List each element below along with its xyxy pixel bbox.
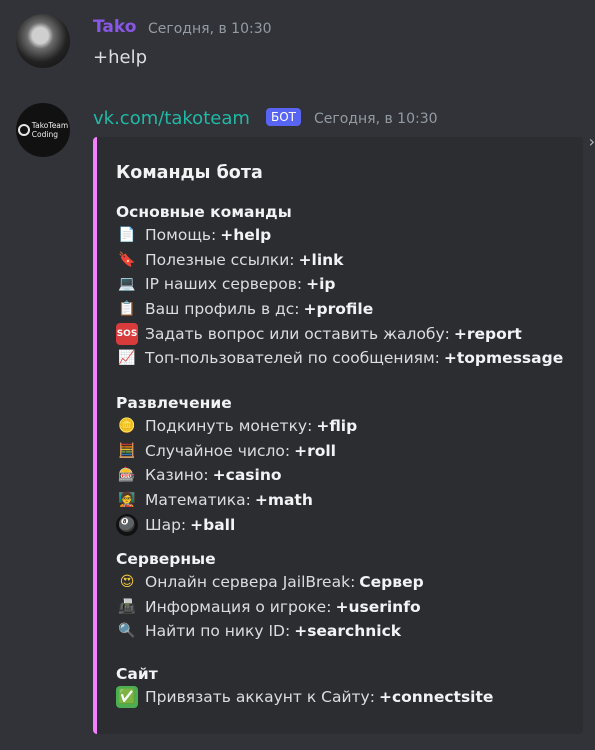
- embed-section: Развлечение 🪙 Подкинуть монетку: +flip 🧮 Случ…: [116, 392, 357, 537]
- command-name: +ball: [190, 515, 236, 534]
- command-description: Казино:: [145, 466, 209, 485]
- command-description: Задать вопрос или оставить жалобу:: [145, 324, 450, 343]
- command-line: ✅ Привязать аккаунт к Сайту: +connectsite: [116, 685, 493, 710]
- message-content: +help: [93, 47, 147, 68]
- command-name: +help: [220, 226, 272, 244]
- command-description: IP наших серверов:: [145, 275, 303, 294]
- section-title: Серверные: [116, 550, 216, 568]
- command-description: Случайное число:: [145, 441, 291, 460]
- laptop-icon: 💻: [118, 276, 136, 293]
- bookmark-icon: 🔖: [118, 251, 136, 268]
- chart-up-icon: 📈: [118, 350, 136, 367]
- command-name: +topmessage: [443, 349, 564, 368]
- embed-section: Основные команды 📄 Помощь: +help 🔖 Полезные с…: [116, 201, 563, 371]
- command-description: Информация о игроке:: [145, 597, 332, 616]
- author-name[interactable]: Tako: [93, 17, 136, 37]
- command-description: Привязать аккаунт к Сайту:: [145, 688, 375, 706]
- command-line: 😍 Онлайн сервера JailBreak: Сервер: [116, 570, 424, 595]
- command-line: 🎰 Казино: +casino: [116, 463, 357, 488]
- 8-ball-icon: 🎱: [116, 514, 138, 537]
- command-line: 🔖 Полезные ссылки: +link: [116, 248, 563, 273]
- command-description: Топ-пользователей по сообщениям:: [145, 349, 440, 368]
- command-description: Подкинуть монетку:: [145, 417, 313, 435]
- command-description: Помощь:: [145, 226, 217, 244]
- command-line: 📋 Ваш профиль в дс: +profile: [116, 297, 563, 322]
- command-name: Сервер: [359, 573, 424, 591]
- section-title: Основные команды: [116, 203, 292, 221]
- coin-icon: 🪙: [118, 418, 136, 434]
- magnifier-icon: 🔍: [118, 623, 136, 640]
- command-line: SOS Задать вопрос или оставить жалобу: +re…: [116, 322, 563, 347]
- slot-machine-icon: 🎰: [118, 467, 136, 484]
- timestamp: Сегодня, в 10:30: [148, 21, 272, 37]
- command-line: 🪙 Подкинуть монетку: +flip: [116, 414, 357, 439]
- command-name: +roll: [294, 441, 336, 460]
- embed-section: Серверные 😍 Онлайн сервера JailBreak: Серве…: [116, 548, 424, 644]
- command-name: +connectsite: [378, 688, 494, 706]
- embed-title: Команды бота: [116, 163, 263, 183]
- command-line: 💻 IP наших серверов: +ip: [116, 272, 563, 297]
- command-description: Найти по нику ID:: [145, 622, 291, 641]
- sos-icon: SOS: [116, 323, 138, 346]
- command-name: +link: [298, 250, 344, 269]
- abacus-icon: 🧮: [118, 442, 136, 459]
- command-name: +casino: [212, 466, 282, 485]
- command-line: 📠 Информация о игроке: +userinfo: [116, 595, 424, 620]
- command-description: Онлайн сервера JailBreak:: [145, 573, 356, 591]
- teacher-icon: 🧑‍🏫: [118, 492, 136, 509]
- command-name: +ip: [306, 275, 336, 294]
- bot-avatar[interactable]: TakoTeam Coding: [16, 103, 70, 157]
- logo-text-bottom: Coding: [31, 130, 58, 139]
- command-name: +searchnick: [294, 622, 402, 641]
- command-line: 🎱 Шар: +ball: [116, 513, 357, 538]
- command-line: 🧮 Случайное число: +roll: [116, 439, 357, 464]
- section-title: Сайт: [116, 665, 158, 683]
- check-mark-icon: ✅: [116, 686, 138, 709]
- clipboard-icon: 📋: [118, 301, 136, 318]
- command-name: +flip: [316, 417, 358, 435]
- command-line: 🔍 Найти по нику ID: +searchnick: [116, 619, 424, 644]
- command-description: Ваш профиль в дс:: [145, 300, 300, 319]
- bot-author-name[interactable]: vk.com/takoteam: [93, 108, 250, 129]
- command-description: Шар:: [145, 515, 187, 534]
- gear-icon: [17, 124, 30, 136]
- timestamp: Сегодня, в 10:30: [314, 111, 438, 127]
- embed-section: Сайт ✅ Привязать аккаунт к Сайту: +connects…: [116, 663, 493, 710]
- command-description: Полезные ссылки:: [145, 250, 295, 269]
- logo-text-top: TakoTeam: [31, 121, 69, 130]
- command-line: 📄 Помощь: +help: [116, 223, 563, 248]
- command-name: +userinfo: [335, 597, 421, 616]
- command-name: +profile: [303, 300, 374, 319]
- command-description: Математика:: [145, 491, 251, 510]
- command-name: +report: [453, 324, 522, 343]
- fax-icon: 📠: [118, 598, 136, 615]
- embed: Команды бота Основные команды 📄 Помощь: +he…: [93, 137, 583, 734]
- section-title: Развлечение: [116, 394, 232, 412]
- command-line: 📈 Топ-пользователей по сообщениям: +topmes…: [116, 346, 563, 371]
- document-icon: 📄: [118, 227, 136, 243]
- command-name: +math: [254, 491, 313, 510]
- avatar[interactable]: [16, 14, 70, 68]
- takoteam-logo: TakoTeam Coding: [17, 121, 69, 139]
- command-line: 🧑‍🏫 Математика: +math: [116, 488, 357, 513]
- bot-tag: БОТ: [266, 108, 302, 126]
- heart-eyes-icon: 😍: [119, 574, 135, 590]
- chevron-right-icon[interactable]: ›: [589, 132, 595, 151]
